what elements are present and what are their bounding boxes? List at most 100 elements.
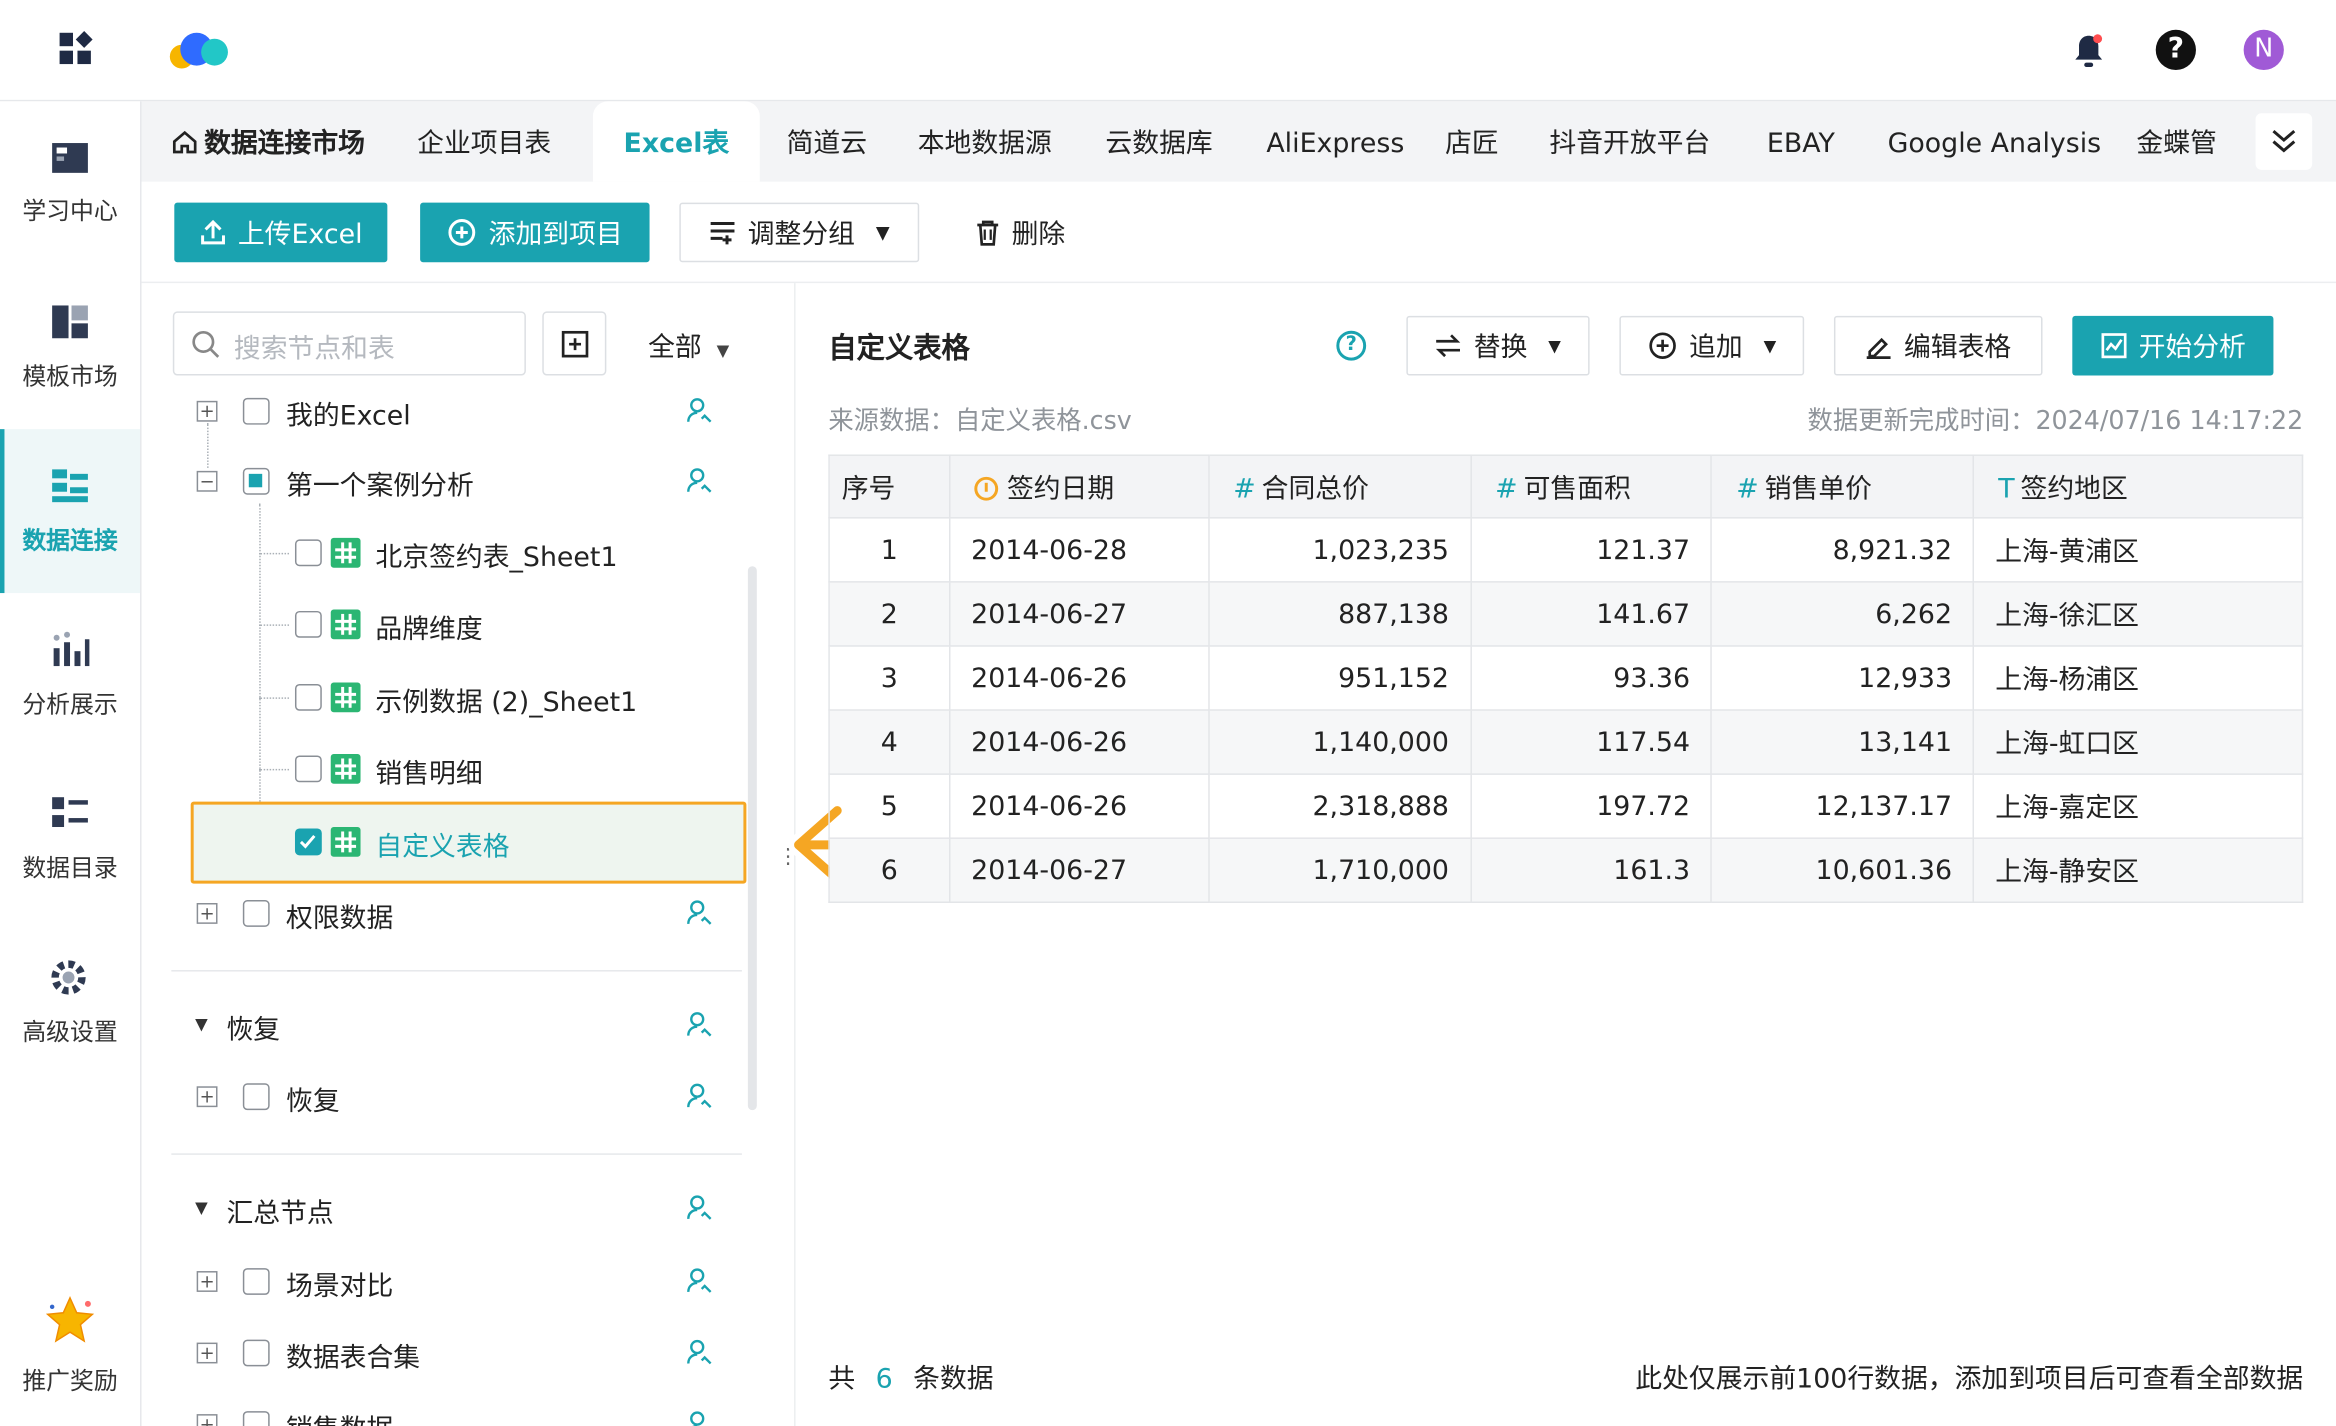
cell[interactable]: 2014-06-26 — [948, 709, 1210, 775]
tree-node-summary[interactable]: + 销售数据 — [171, 1395, 745, 1426]
nav-item-templates[interactable]: 模板市场 — [0, 265, 140, 429]
tree-node-group1[interactable]: − 第一个案例分析 — [171, 452, 745, 512]
cell[interactable]: 6 — [828, 837, 951, 904]
apps-grid-icon[interactable] — [57, 30, 96, 69]
cell[interactable]: 3 — [828, 645, 951, 711]
cell[interactable]: 6,262 — [1710, 581, 1975, 647]
expand-icon[interactable]: + — [196, 400, 218, 422]
nav-item-rewards[interactable]: 推广奖励 — [0, 1264, 140, 1426]
checkbox[interactable] — [242, 1411, 270, 1426]
checkbox[interactable] — [294, 755, 322, 783]
cell[interactable]: 10,601.36 — [1710, 837, 1975, 904]
nav-item-analysis[interactable]: 分析展示 — [0, 593, 140, 757]
cell[interactable]: 上海-杨浦区 — [1972, 645, 2304, 711]
nav-item-settings[interactable]: 高级设置 — [0, 921, 140, 1085]
cell[interactable]: 951,152 — [1207, 645, 1472, 711]
checkbox-checked[interactable] — [294, 828, 322, 856]
checkbox[interactable] — [294, 610, 322, 638]
cell[interactable]: 2014-06-27 — [948, 837, 1210, 904]
search-input[interactable]: 搜索节点和表 — [172, 311, 526, 376]
column-header[interactable]: T 签约地区 — [1972, 454, 2304, 519]
checkbox[interactable] — [242, 467, 270, 495]
cell[interactable]: 2014-06-28 — [948, 517, 1210, 583]
cell[interactable]: 2 — [828, 581, 951, 647]
expand-icon[interactable]: + — [196, 1271, 218, 1292]
checkbox[interactable] — [242, 1083, 270, 1111]
cell[interactable]: 5 — [828, 773, 951, 839]
cell[interactable]: 1,140,000 — [1207, 709, 1472, 775]
adjust-group-dropdown[interactable]: 调整分组 ▼ — [679, 202, 920, 263]
tree-node-restore[interactable]: + 恢复 — [171, 1067, 745, 1127]
cell[interactable]: 197.72 — [1469, 773, 1713, 839]
panel-resize-handle[interactable]: ⋮ — [778, 846, 799, 885]
checkbox[interactable] — [294, 539, 322, 567]
permission-user-icon[interactable] — [685, 899, 712, 926]
tab-dianjiang[interactable]: 店匠 — [1445, 101, 1499, 181]
tab-google-analysis[interactable]: Google Analysis — [1888, 101, 2102, 181]
collapse-icon[interactable]: − — [196, 470, 218, 492]
add-node-button[interactable] — [542, 311, 607, 376]
expand-icon[interactable]: + — [196, 1414, 218, 1426]
tab-aliexpress[interactable]: AliExpress — [1266, 101, 1404, 181]
tab-ebay[interactable]: EBAY — [1767, 101, 1835, 181]
tree-node-perm[interactable]: + 权限数据 — [171, 884, 745, 944]
tree-node-my-excel[interactable]: + 我的Excel — [171, 395, 745, 441]
cell[interactable]: 上海-黄浦区 — [1972, 517, 2304, 583]
cell[interactable]: 上海-静安区 — [1972, 837, 2304, 904]
permission-user-icon[interactable] — [685, 1082, 712, 1109]
add-to-project-button[interactable]: 添加到项目 — [420, 202, 650, 263]
permission-user-icon[interactable] — [685, 1267, 712, 1294]
cell[interactable]: 上海-嘉定区 — [1972, 773, 2304, 839]
expand-icon[interactable]: + — [196, 1342, 218, 1364]
expand-tabs-button[interactable] — [2255, 113, 2313, 170]
cell[interactable]: 161.3 — [1469, 837, 1713, 904]
replace-dropdown[interactable]: 替换 ▼ — [1406, 315, 1590, 376]
cell[interactable]: 1 — [828, 517, 951, 583]
cell[interactable]: 12,137.17 — [1710, 773, 1975, 839]
tree-item-selected[interactable]: 自定义表格 — [171, 812, 745, 872]
tab-enterprise[interactable]: 企业项目表 — [417, 101, 551, 181]
bell-icon[interactable] — [2071, 31, 2107, 70]
avatar[interactable]: N — [2243, 29, 2284, 71]
filter-dropdown[interactable]: 全部 ▼ — [648, 326, 729, 365]
cell[interactable]: 12,933 — [1710, 645, 1975, 711]
edit-table-button[interactable]: 编辑表格 — [1833, 315, 2043, 376]
checkbox[interactable] — [294, 683, 322, 711]
tab-local-source[interactable]: 本地数据源 — [918, 101, 1052, 181]
permission-user-icon[interactable] — [685, 1010, 712, 1037]
permission-user-icon[interactable] — [685, 1194, 712, 1221]
tab-kingdee[interactable]: 金蝶管 — [2136, 101, 2216, 181]
tab-jiandaoyun[interactable]: 简道云 — [787, 101, 867, 181]
tab-excel[interactable]: Excel表 — [592, 101, 760, 182]
cell[interactable]: 2014-06-26 — [948, 645, 1210, 711]
cell[interactable]: 4 — [828, 709, 951, 775]
nav-item-learning[interactable]: 学习中心 — [0, 101, 140, 265]
column-header[interactable]: 序号 — [828, 454, 951, 519]
cell[interactable]: 1,710,000 — [1207, 837, 1472, 904]
tree-section-summary[interactable]: ▼ 汇总节点 — [171, 1179, 745, 1239]
checkbox[interactable] — [242, 397, 270, 425]
cell[interactable]: 13,141 — [1710, 709, 1975, 775]
checkbox[interactable] — [242, 900, 270, 927]
tree-item-sheet[interactable]: 示例数据 (2)_Sheet1 — [171, 668, 745, 728]
checkbox[interactable] — [242, 1339, 270, 1367]
column-header[interactable]: 签约日期 — [948, 454, 1210, 519]
cell[interactable]: 93.36 — [1469, 645, 1713, 711]
cell[interactable]: 1,023,235 — [1207, 517, 1472, 583]
cell[interactable]: 上海-虹口区 — [1972, 709, 2304, 775]
column-header[interactable]: # 可售面积 — [1469, 454, 1713, 519]
permission-user-icon[interactable] — [685, 1338, 712, 1365]
delete-button[interactable]: 删除 — [968, 203, 1072, 263]
permission-user-icon[interactable] — [685, 396, 712, 423]
cell[interactable]: 141.67 — [1469, 581, 1713, 647]
cell[interactable]: 121.37 — [1469, 517, 1713, 583]
column-header[interactable]: # 销售单价 — [1710, 454, 1975, 519]
tab-douyin[interactable]: 抖音开放平台 — [1549, 101, 1710, 181]
cell[interactable]: 2014-06-27 — [948, 581, 1210, 647]
help-icon[interactable]: ? — [2155, 29, 2196, 71]
tab-cloud-db[interactable]: 云数据库 — [1105, 101, 1212, 181]
append-dropdown[interactable]: 追加 ▼ — [1619, 315, 1805, 376]
expand-icon[interactable]: + — [196, 1086, 218, 1108]
help-circle-icon[interactable]: ? — [1336, 330, 1367, 361]
tree-node-summary[interactable]: + 场景对比 — [171, 1252, 745, 1312]
